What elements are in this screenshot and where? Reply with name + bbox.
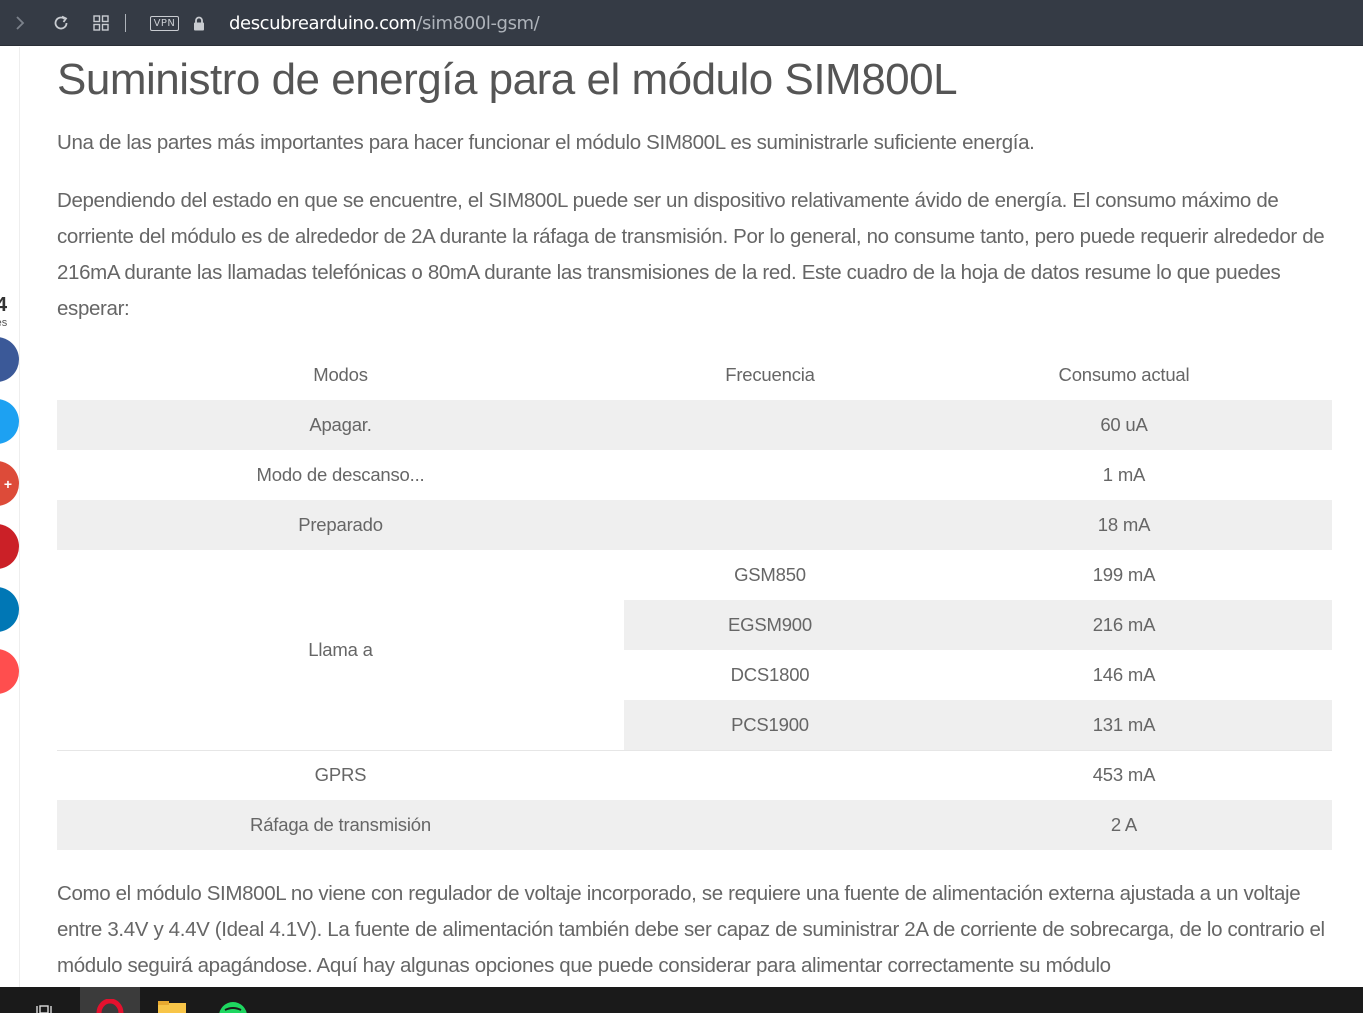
current-cell: 2 A	[916, 800, 1332, 850]
current-cell: 146 mA	[1092, 664, 1156, 685]
table-row: Preparado 18 mA	[57, 500, 1332, 550]
paragraph-power-supply: Como el módulo SIM800L no viene con regu…	[57, 882, 1325, 977]
mode-cell: Preparado	[57, 500, 624, 550]
header-frequency: Frecuencia	[725, 364, 815, 385]
url-path: /sim800l-gsm/	[416, 12, 540, 34]
current-cell: 453 mA	[916, 749, 1332, 800]
current-cell: 131 mA	[916, 700, 1332, 750]
facebook-share-button[interactable]	[0, 337, 19, 382]
frequency-cell: PCS1900	[624, 700, 916, 750]
table-row: Modo de descanso... 1 mA	[57, 450, 1332, 500]
frequency-cell	[624, 800, 916, 850]
power-consumption-table: Modos Frecuencia Consumo actual Apagar. …	[57, 350, 1332, 850]
lock-icon[interactable]	[190, 0, 208, 46]
speed-dial-grid-icon[interactable]	[90, 0, 112, 46]
file-explorer-icon[interactable]	[156, 987, 188, 1013]
header-modes: Modos	[313, 364, 368, 385]
mode-cell: Modo de descanso...	[256, 464, 425, 485]
table-row: Ráfaga de transmisión 2 A	[57, 800, 1332, 850]
google-plus-icon: +	[3, 475, 12, 492]
forward-icon[interactable]	[10, 0, 30, 46]
opera-icon	[96, 999, 124, 1013]
mode-cell: GPRS	[57, 749, 624, 800]
mode-cell: Apagar.	[57, 400, 624, 450]
share-divider	[19, 47, 20, 987]
current-cell: 199 mA	[1092, 564, 1156, 585]
vpn-label: VPN	[149, 15, 180, 31]
frequency-cell	[624, 749, 916, 800]
mode-cell: Ráfaga de transmisión	[57, 800, 624, 850]
current-cell: 60 uA	[916, 400, 1332, 450]
frequency-cell	[624, 500, 916, 550]
table-row: Llama a GSM850 199 mA	[57, 550, 1332, 660]
frequency-cell: DCS1800	[730, 664, 810, 685]
mode-cell: Llama a	[308, 638, 373, 660]
current-cell: 1 mA	[1102, 464, 1146, 485]
table-header-row: Modos Frecuencia Consumo actual	[57, 350, 1332, 400]
header-current: Consumo actual	[1058, 364, 1190, 385]
vpn-badge[interactable]: VPN	[149, 0, 180, 46]
frequency-cell: GSM850	[734, 564, 806, 585]
table-row: GPRS 453 mA	[57, 749, 1332, 800]
twitter-share-button[interactable]	[0, 399, 19, 444]
paragraph-intro: Una de las partes más importantes para h…	[57, 131, 1035, 154]
table-row: Apagar. 60 uA	[57, 400, 1332, 450]
current-cell: 216 mA	[916, 600, 1332, 650]
share-label: res	[0, 317, 8, 329]
paragraph-consumption: Dependiendo del estado en que se encuent…	[57, 189, 1325, 320]
share-count: 4	[0, 294, 8, 316]
address-field[interactable]: descubrearduino.com/sim800l-gsm/	[229, 0, 540, 46]
frequency-cell	[624, 450, 916, 500]
linkedin-share-button[interactable]	[0, 587, 19, 632]
windows-taskbar	[0, 987, 1363, 1013]
google-plus-share-button[interactable]: +	[0, 461, 19, 506]
frequency-cell	[624, 400, 916, 450]
browser-address-bar: VPN descubrearduino.com/sim800l-gsm/	[0, 0, 1363, 46]
frequency-cell: EGSM900	[624, 600, 916, 650]
task-view-icon[interactable]	[30, 987, 60, 1013]
reload-icon[interactable]	[50, 0, 72, 46]
opera-taskbar-button[interactable]	[80, 987, 140, 1013]
spotify-icon[interactable]	[216, 987, 250, 1013]
toolbar-divider	[125, 14, 126, 32]
pinterest-share-button[interactable]	[0, 524, 19, 569]
url-domain: descubrearduino.com	[229, 12, 417, 34]
current-cell: 18 mA	[916, 500, 1332, 550]
mix-share-button[interactable]	[0, 649, 19, 694]
page-title: Suministro de energía para el módulo SIM…	[57, 55, 958, 104]
